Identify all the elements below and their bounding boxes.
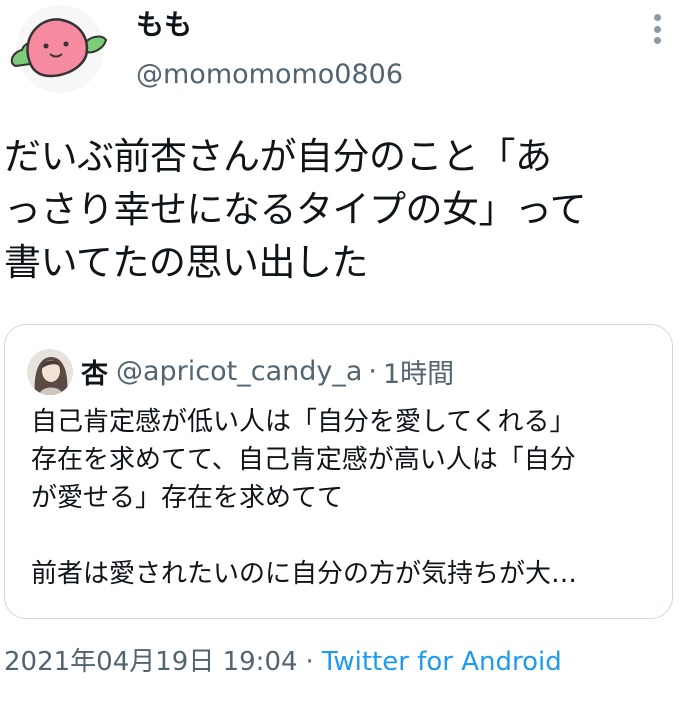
tweet-timestamp[interactable]: 2021年04月19日 19:04 xyxy=(4,642,298,682)
quoted-author-avatar[interactable] xyxy=(27,349,73,395)
quoted-author-handle[interactable]: @apricot_candy_a xyxy=(116,356,362,387)
more-dot xyxy=(653,37,661,44)
quoted-tweet-text: 自己肯定感が低い人は「自分を愛してくれる」 存在を求めてて、自己肯定感が高い人は… xyxy=(31,407,578,589)
quoted-tweet-card[interactable]: 杏 @apricot_candy_a · 1時間 自己肯定感が低い人は「自分を愛… xyxy=(4,324,673,619)
author-name[interactable]: もも xyxy=(136,8,192,42)
separator-dot: · xyxy=(305,647,314,677)
quoted-tweet-time[interactable]: 1時間 xyxy=(383,352,454,391)
source-client-link[interactable]: Twitter for Android xyxy=(322,642,562,682)
tweet-meta: 2021年04月19日 19:04 · Twitter for Android xyxy=(4,642,562,682)
quoted-tweet-header: 杏 @apricot_candy_a · 1時間 xyxy=(81,351,454,391)
separator-dot: · xyxy=(368,355,377,387)
quoted-author-name[interactable]: 杏 xyxy=(81,352,108,391)
peach-icon xyxy=(10,5,108,93)
more-dot xyxy=(653,14,661,21)
more-vertical-icon[interactable] xyxy=(645,14,669,44)
more-dot xyxy=(653,25,661,33)
portrait-icon xyxy=(27,349,73,395)
tweet-text: だいぶ前杏さんが自分のこと「あ っさり幸せになるタイプの女」って 書いてたの思い… xyxy=(4,135,587,284)
author-avatar[interactable] xyxy=(6,4,114,94)
author-handle[interactable]: @momomomo0806 xyxy=(136,58,403,92)
